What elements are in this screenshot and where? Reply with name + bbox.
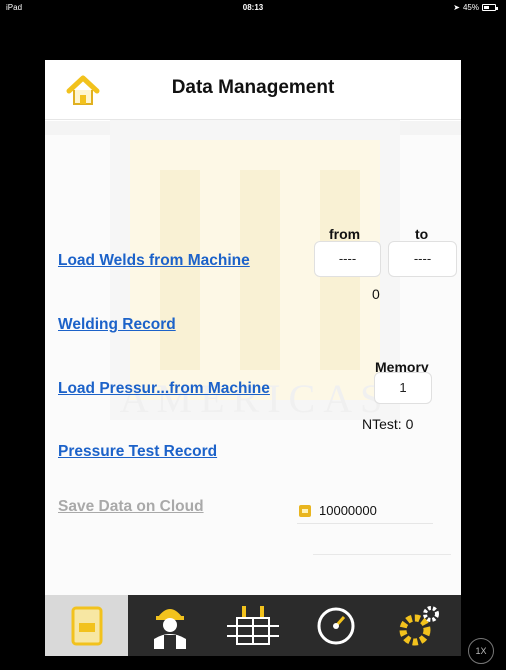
memory-field[interactable]: 1 [374,372,432,404]
operator-icon [153,608,186,649]
tab-pressure[interactable] [295,595,378,656]
load-welds-link[interactable]: Load Welds from Machine [58,252,250,270]
welding-icon [226,605,279,645]
location-icon: ➤ [453,3,460,12]
welding-record-link[interactable]: Welding Record [58,316,176,334]
divider [313,554,451,555]
pressure-gauge-icon [317,607,355,644]
cloud-id: 10000000 [319,503,377,518]
status-bar: iPad 08:13 ➤ 45% [0,0,506,18]
to-label: to [415,226,429,242]
tab-bar [45,595,461,656]
status-right: ➤ 45% [453,3,498,12]
data-management-icon [71,606,103,645]
from-label: from [329,226,361,242]
weld-count: 0 [372,286,380,302]
settings-icon [399,605,440,645]
tab-settings[interactable] [378,595,461,656]
tab-welding[interactable] [211,595,294,656]
status-time: 08:13 [242,3,264,12]
tab-operator[interactable] [128,595,211,656]
tab-data-management[interactable] [45,595,129,656]
cloud-id-field: 10000000 [297,500,433,524]
to-field[interactable]: ---- [388,241,457,277]
ntest-count: NTest: 0 [362,416,414,432]
page-title: Data Management [171,77,335,98]
header: Data Management [45,60,461,120]
load-pressure-link[interactable]: Load Pressur...from Machine [58,380,270,398]
sd-card-icon [299,505,311,517]
zoom-button[interactable]: 1X [468,638,494,664]
from-field[interactable]: ---- [314,241,381,277]
app-screen: Data Management AMERICAS from to Load We… [45,60,461,656]
battery-percent: 45% [462,3,479,12]
header-separator [45,121,461,135]
pressure-record-link[interactable]: Pressure Test Record [58,443,217,461]
battery-icon [482,4,498,11]
save-cloud-link[interactable]: Save Data on Cloud [58,498,204,516]
